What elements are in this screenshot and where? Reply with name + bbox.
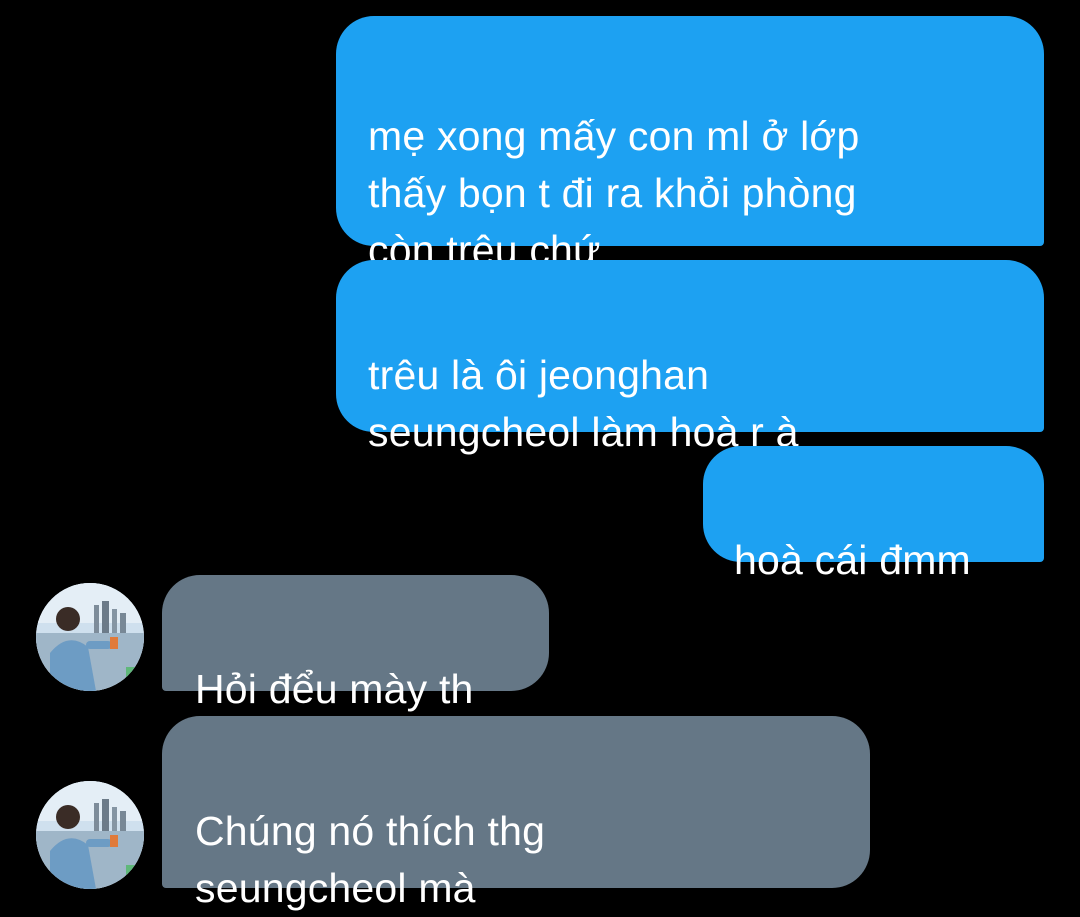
sent-message-bubble[interactable]: hoà cái đmm	[703, 446, 1044, 583]
received-message-bubble[interactable]: Hỏi đểu mày th	[162, 575, 549, 712]
message-text: Chúng nó thích thg seungcheol mà	[195, 808, 546, 911]
message-text: mẹ xong mấy con ml ở lớp thấy bọn t đi r…	[368, 113, 860, 273]
message-text: Hỏi đểu mày th	[195, 666, 474, 712]
sent-message-bubble[interactable]: trêu là ôi jeonghan seungcheol làm hoà r…	[336, 260, 1044, 455]
message-text: hoà cái đmm	[734, 537, 971, 583]
avatar-photo-icon	[36, 781, 144, 889]
received-message-bubble[interactable]: Chúng nó thích thg seungcheol mà	[162, 716, 870, 911]
avatar-photo-icon	[36, 583, 144, 691]
sent-message-bubble[interactable]: mẹ xong mấy con ml ở lớp thấy bọn t đi r…	[336, 16, 1044, 273]
contact-avatar[interactable]	[36, 583, 144, 691]
message-text: trêu là ôi jeonghan seungcheol làm hoà r…	[368, 352, 799, 455]
contact-avatar[interactable]	[36, 781, 144, 889]
